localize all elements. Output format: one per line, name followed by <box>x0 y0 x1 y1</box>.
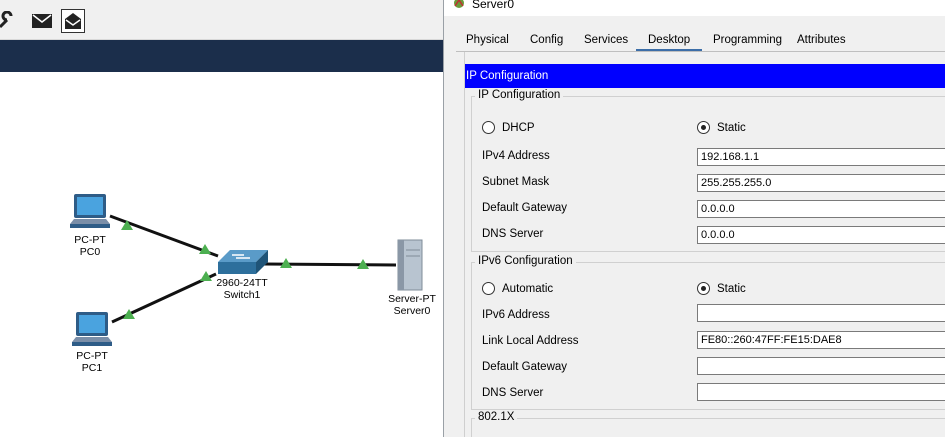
server0-window: Server0 Physical Config Services Desktop… <box>443 0 945 437</box>
pc0-label: PC-PT PC0 <box>74 234 106 258</box>
subnet-mask-field[interactable]: 255.255.255.0 <box>697 174 945 192</box>
ipv6-static-radio-dot <box>697 282 710 295</box>
tab-attributes[interactable]: Attributes <box>797 34 846 46</box>
tab-desktop[interactable]: Desktop <box>636 34 703 51</box>
ipv4-address-field[interactable]: 192.168.1.1 <box>697 148 945 166</box>
ipv6-automatic-radio[interactable]: Automatic <box>482 282 553 295</box>
packet-tracer-icon <box>454 0 464 8</box>
desktop-content: IP Configuration IP Configuration DHCP S… <box>464 52 945 437</box>
ipv6-address-label: IPv6 Address <box>482 309 550 321</box>
ipv6-static-radio[interactable]: Static <box>697 282 746 295</box>
dhcp-radio-dot <box>482 121 495 134</box>
ipv6-default-gateway-field[interactable] <box>697 357 945 375</box>
switch-icon <box>218 250 268 274</box>
pc1-label: PC-PT PC1 <box>76 350 108 374</box>
pc0-icon <box>70 194 110 228</box>
ipv4-group-title: IP Configuration <box>475 89 564 101</box>
ipv6-automatic-radio-dot <box>482 282 495 295</box>
ipv6-dns-server-field[interactable] <box>697 383 945 401</box>
link-local-address-label: Link Local Address <box>482 335 579 347</box>
link-light-pc1 <box>123 309 135 319</box>
ipv6-default-gateway-label: Default Gateway <box>482 361 568 373</box>
tab-config[interactable]: Config <box>530 34 563 46</box>
ip-configuration-header: IP Configuration <box>465 64 945 88</box>
server-icon <box>397 239 423 291</box>
window-title: Server0 <box>472 0 515 11</box>
link-local-address-field[interactable]: FE80::260:47FF:FE15:DAE8 <box>697 331 945 349</box>
logical-workspace[interactable]: PC-PT PC0 PC-PT PC1 2960-24TT Switch1 Se… <box>0 0 443 437</box>
ipv4-config-group: IP Configuration DHCP Static IPv4 Addres… <box>471 89 945 252</box>
ipv6-address-field[interactable] <box>697 304 945 322</box>
static-radio[interactable]: Static <box>697 121 746 134</box>
dot1x-group: 802.1X <box>471 411 945 437</box>
static-radio-dot <box>697 121 710 134</box>
dhcp-radio[interactable]: DHCP <box>482 121 535 134</box>
dns-server-field[interactable]: 0.0.0.0 <box>697 226 945 244</box>
ipv4-address-label: IPv4 Address <box>482 150 550 162</box>
tab-programming[interactable]: Programming <box>713 34 782 46</box>
tab-services[interactable]: Services <box>584 34 628 46</box>
switch1-label: 2960-24TT Switch1 <box>216 277 268 301</box>
dns-server-label: DNS Server <box>482 228 544 240</box>
default-gateway-label: Default Gateway <box>482 202 568 214</box>
subnet-mask-label: Subnet Mask <box>482 176 550 188</box>
dot1x-group-title: 802.1X <box>475 411 518 423</box>
ipv6-config-group: IPv6 Configuration Automatic Static IPv6… <box>471 255 945 410</box>
window-title-bar[interactable]: Server0 <box>444 0 945 16</box>
pc1-icon <box>72 312 112 346</box>
tab-bar: Physical Config Services Desktop Program… <box>456 30 945 52</box>
default-gateway-field[interactable]: 0.0.0.0 <box>697 200 945 218</box>
ipv6-group-title: IPv6 Configuration <box>475 255 576 267</box>
server0-label: Server-PT Server0 <box>388 293 436 317</box>
ipv6-dns-server-label: DNS Server <box>482 387 544 399</box>
tab-physical[interactable]: Physical <box>466 34 509 46</box>
